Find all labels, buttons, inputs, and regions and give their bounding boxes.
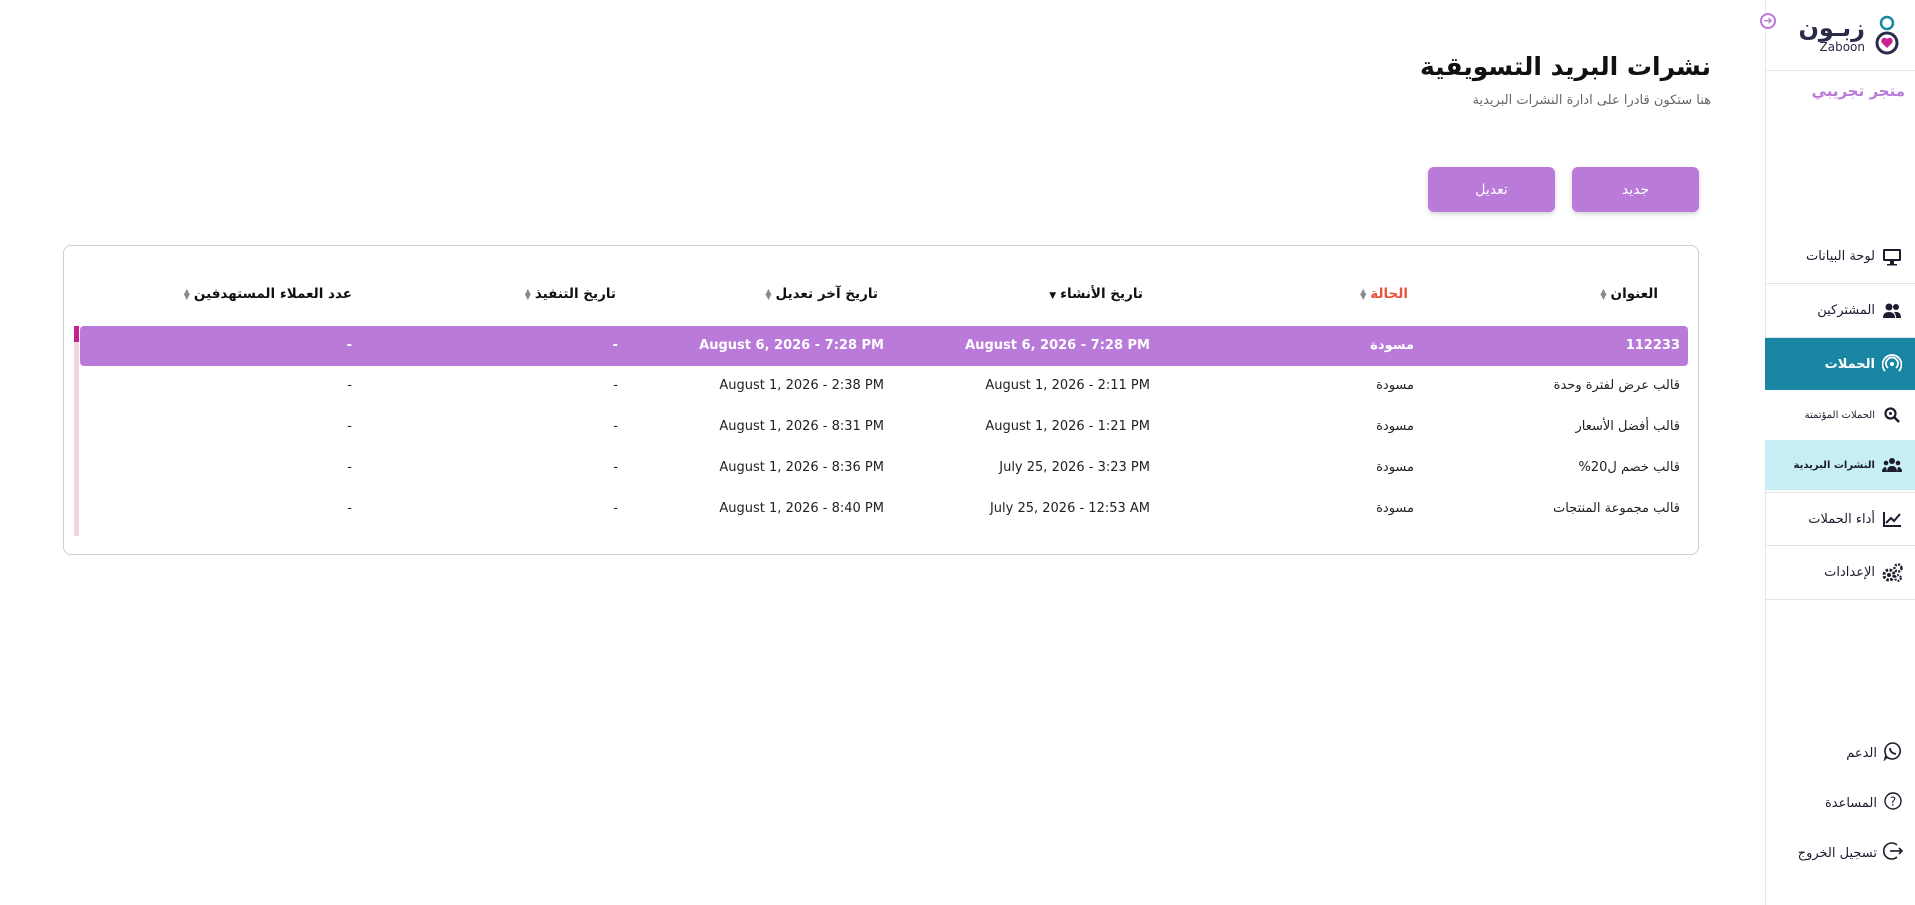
- cell-title: قالب عرض لفترة وحدة: [1553, 378, 1680, 393]
- sort-icon: ▲ ▼: [1600, 287, 1607, 301]
- sort-icon: ▲ ▼: [524, 287, 531, 301]
- cell-created: August 1, 2026 - 1:21 PM: [985, 419, 1150, 434]
- table-row[interactable]: قالب مجموعة المنتجات مسودة July 25, 2026…: [80, 489, 1688, 529]
- sort-icon: ▲ ▼: [1360, 287, 1367, 301]
- column-header-modified[interactable]: تاريخ آخر تعديل▲ ▼: [765, 286, 878, 302]
- logo-english: Zaboon: [1819, 40, 1865, 54]
- svg-text:?: ?: [1890, 795, 1896, 809]
- sort-icon: ▲ ▼: [183, 287, 190, 301]
- table-scrollbar-thumb[interactable]: [74, 326, 79, 342]
- table-row[interactable]: قالب خصم ل20% مسودة July 25, 2026 - 3:23…: [80, 448, 1688, 488]
- cell-target-customers: -: [347, 501, 352, 516]
- sidebar-item-subscribers[interactable]: المشتركين: [1765, 284, 1915, 338]
- sidebar-item-campaign-performance[interactable]: أداء الحملات: [1765, 492, 1915, 546]
- whatsapp-icon: [1883, 741, 1903, 765]
- cell-status: مسودة: [1376, 460, 1414, 475]
- sidebar-item-label: المساعدة: [1824, 795, 1877, 811]
- sidebar-item-label: الحملات المؤتمتة: [1804, 409, 1875, 421]
- table-scrollbar[interactable]: [74, 326, 79, 536]
- cell-status: مسودة: [1376, 501, 1414, 516]
- cell-title: قالب مجموعة المنتجات: [1552, 501, 1680, 516]
- sidebar-item-label: أداء الحملات: [1808, 511, 1875, 527]
- cell-status: مسودة: [1376, 378, 1414, 393]
- column-header-target-customers[interactable]: عدد العملاء المستهدفين▲ ▼: [184, 286, 352, 302]
- cell-target-customers: -: [346, 338, 352, 353]
- cell-created: August 6, 2026 - 7:28 PM: [965, 338, 1150, 353]
- table-row[interactable]: قالب أفضل الأسعار مسودة August 1, 2026 -…: [80, 407, 1688, 447]
- monitor-icon: [1881, 246, 1903, 268]
- column-header-title[interactable]: العنوان▲ ▼: [1600, 286, 1658, 302]
- sidebar-item-logout[interactable]: تسجيل الخروج: [1765, 837, 1915, 869]
- cell-executed: -: [612, 338, 618, 353]
- chart-line-icon: [1881, 508, 1903, 530]
- column-header-executed[interactable]: تاريخ التنفيذ▲ ▼: [525, 286, 616, 302]
- page-subtitle: هنا ستكون قادرا على ادارة النشرات البريد…: [1472, 93, 1711, 108]
- cell-target-customers: -: [347, 460, 352, 475]
- column-header-label: تاريخ آخر تعديل: [775, 286, 878, 302]
- column-header-status[interactable]: الحالة▲ ▼: [1360, 286, 1408, 302]
- cell-executed: -: [613, 419, 618, 434]
- sidebar-item-label: تسجيل الخروج: [1797, 845, 1877, 861]
- sidebar-item-campaigns[interactable]: الحملات: [1765, 338, 1915, 390]
- cell-executed: -: [613, 501, 618, 516]
- cell-target-customers: -: [347, 378, 352, 393]
- broadcast-icon: [1881, 353, 1903, 375]
- sidebar-divider: [1765, 70, 1915, 71]
- cell-modified: August 1, 2026 - 8:31 PM: [719, 419, 884, 434]
- logout-icon: [1882, 841, 1904, 865]
- column-header-label: تاريخ التنفيذ: [534, 286, 616, 302]
- sidebar-item-label: النشرات البريدية: [1793, 459, 1875, 471]
- cell-title: قالب خصم ل20%: [1578, 460, 1680, 475]
- sidebar-item-label: الحملات: [1824, 356, 1875, 372]
- cell-title: 112233: [1625, 338, 1680, 353]
- cell-executed: -: [613, 378, 618, 393]
- column-header-label: تاريخ الأنشاء: [1060, 286, 1143, 302]
- sort-icon: ▲ ▼: [765, 287, 772, 301]
- table-row[interactable]: قالب عرض لفترة وحدة مسودة August 1, 2026…: [80, 366, 1688, 406]
- column-header-created[interactable]: تاريخ الأنشاء▼: [1049, 286, 1143, 302]
- sort-desc-icon: ▼: [1049, 291, 1057, 301]
- logo[interactable]: زبـون Zaboon: [1773, 10, 1903, 60]
- cell-title: قالب أفضل الأسعار: [1575, 419, 1680, 434]
- gears-icon: [1881, 562, 1903, 584]
- sidebar-item-newsletters[interactable]: النشرات البريدية: [1765, 440, 1915, 490]
- table-row-selected[interactable]: 112233 مسودة August 6, 2026 - 7:28 PM Au…: [80, 326, 1688, 366]
- sidebar-item-dashboard[interactable]: لوحة البيانات: [1765, 230, 1915, 284]
- page-title: نشرات البريد التسويقية: [1419, 52, 1711, 81]
- sidebar: ➜ زبـون Zaboon متجر تجريبي لوحة البيانات…: [1760, 0, 1915, 905]
- sidebar-item-label: الإعدادات: [1824, 565, 1875, 580]
- cell-status: مسودة: [1376, 419, 1414, 434]
- new-button[interactable]: جديد: [1572, 167, 1699, 212]
- cell-modified: August 1, 2026 - 8:40 PM: [719, 501, 884, 516]
- users-icon: [1881, 300, 1903, 322]
- search-icon: [1881, 404, 1903, 426]
- cell-executed: -: [613, 460, 618, 475]
- cell-status: مسودة: [1370, 338, 1414, 353]
- cell-modified: August 6, 2026 - 7:28 PM: [699, 338, 884, 353]
- sidebar-item-settings[interactable]: الإعدادات: [1765, 546, 1915, 600]
- cell-target-customers: -: [347, 419, 352, 434]
- group-icon: [1881, 454, 1903, 476]
- sidebar-item-label: المشتركين: [1817, 303, 1875, 318]
- cell-created: August 1, 2026 - 2:11 PM: [985, 378, 1150, 393]
- column-header-label: الحالة: [1370, 286, 1408, 302]
- logo-arabic: زبـون: [1798, 14, 1865, 42]
- cell-created: July 25, 2026 - 12:53 AM: [989, 501, 1150, 516]
- newsletters-table: العنوان▲ ▼ الحالة▲ ▼ تاريخ الأنشاء▼ تاريخ …: [63, 245, 1699, 555]
- sidebar-item-help[interactable]: المساعدة ?: [1765, 787, 1915, 819]
- logo-mark-icon: [1875, 15, 1899, 55]
- store-name[interactable]: متجر تجريبي: [1812, 82, 1905, 100]
- sidebar-item-automated-campaigns[interactable]: الحملات المؤتمتة: [1765, 390, 1915, 440]
- sidebar-item-label: الدعم: [1846, 745, 1877, 761]
- column-header-label: عدد العملاء المستهدفين: [193, 286, 352, 302]
- sidebar-item-label: لوحة البيانات: [1805, 249, 1875, 264]
- edit-button[interactable]: تعديل: [1428, 167, 1555, 212]
- column-header-label: العنوان: [1610, 286, 1658, 302]
- cell-created: July 25, 2026 - 3:23 PM: [999, 460, 1150, 475]
- help-icon: ?: [1883, 791, 1903, 815]
- cell-modified: August 1, 2026 - 8:36 PM: [719, 460, 884, 475]
- sidebar-item-support[interactable]: الدعم: [1765, 737, 1915, 769]
- cell-modified: August 1, 2026 - 2:38 PM: [719, 378, 884, 393]
